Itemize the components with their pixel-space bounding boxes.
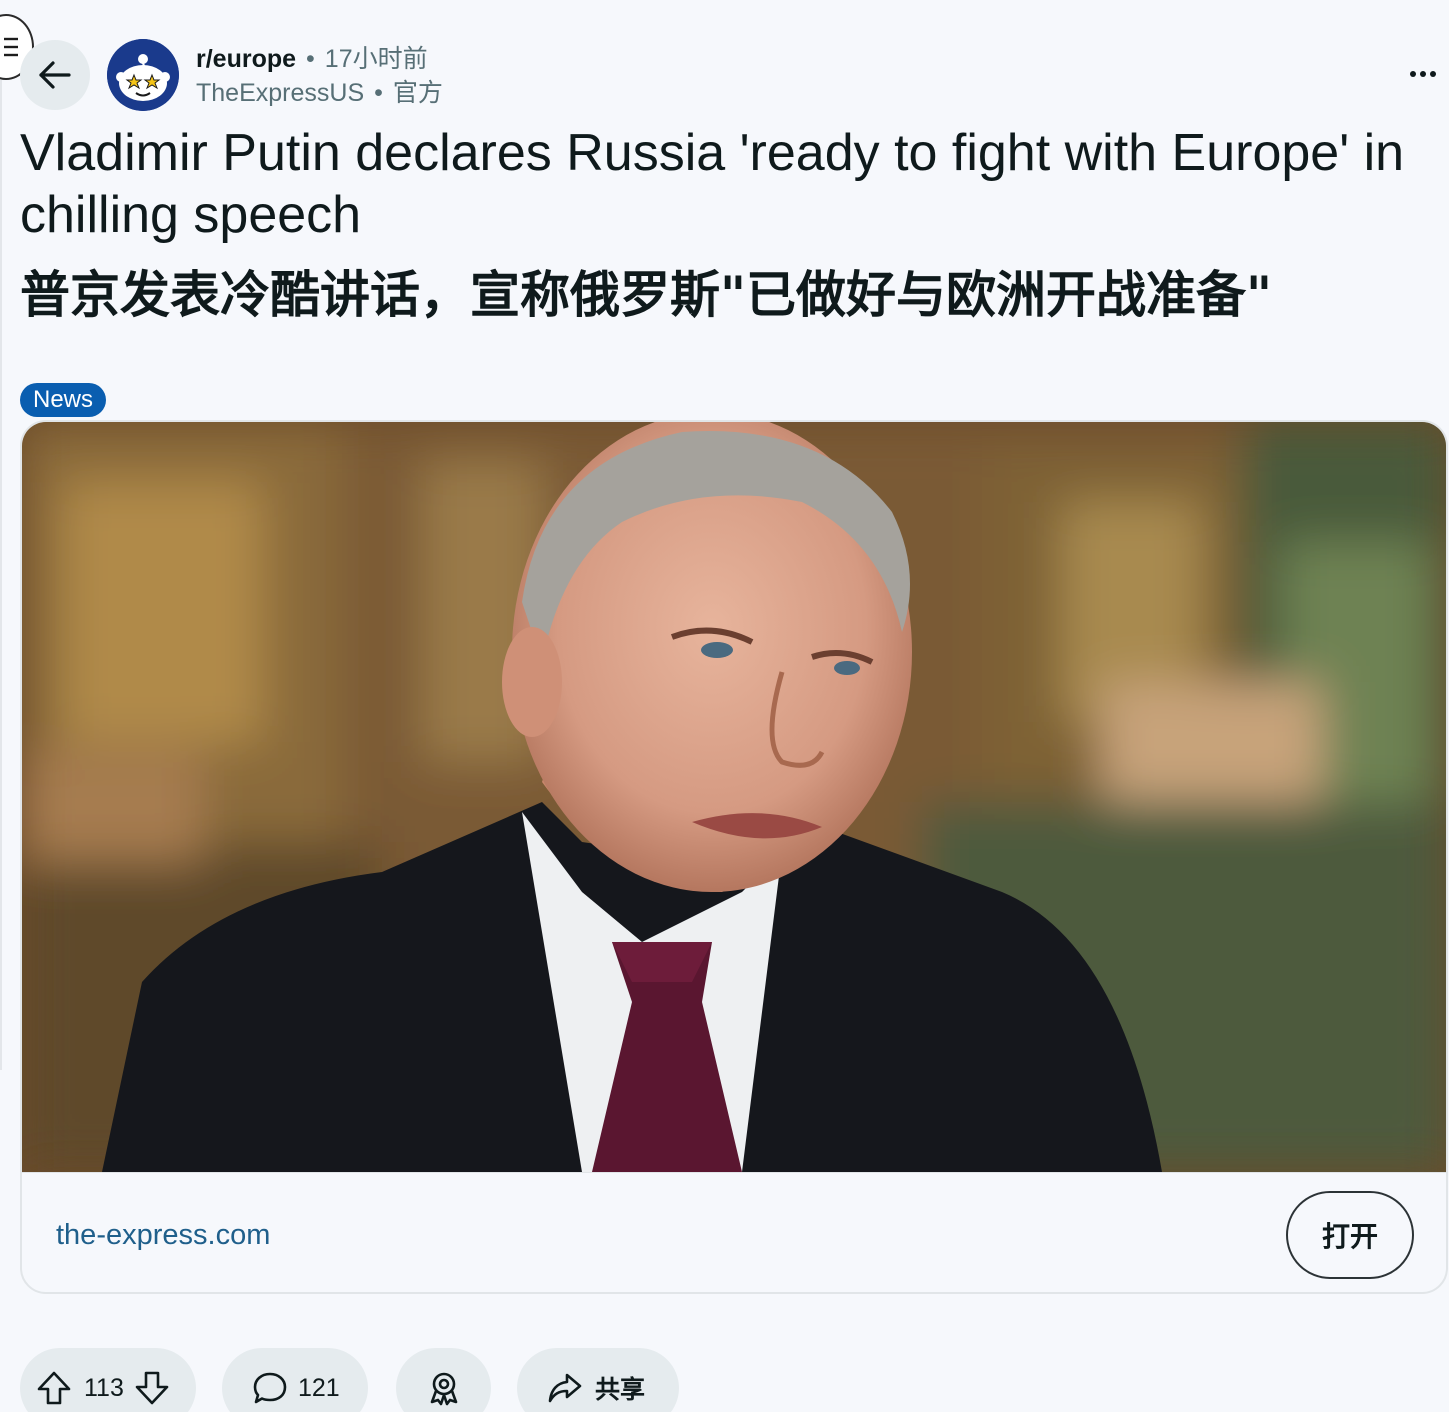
more-horizontal-icon xyxy=(1410,71,1416,77)
award-icon xyxy=(427,1370,461,1406)
subreddit-link[interactable]: r/europe xyxy=(196,42,296,76)
official-badge: 官方 xyxy=(392,79,443,107)
link-card-footer: the-express.com 打开 xyxy=(22,1172,1446,1292)
back-button[interactable] xyxy=(20,40,90,110)
more-horizontal-icon xyxy=(1430,71,1436,77)
share-label: 共享 xyxy=(595,1375,646,1404)
subreddit-avatar[interactable] xyxy=(107,39,179,111)
more-options-button[interactable] xyxy=(1403,56,1443,92)
open-link-button[interactable]: 打开 xyxy=(1286,1191,1414,1279)
link-domain[interactable]: the-express.com xyxy=(56,1217,270,1253)
arrow-left-icon xyxy=(38,60,72,90)
left-divider xyxy=(0,80,2,1070)
share-arrow-icon xyxy=(547,1371,583,1405)
link-preview-card[interactable]: the-express.com 打开 xyxy=(20,420,1448,1294)
post-page: r/europe • 17小时前 TheExpressUS • 官方 Vladi… xyxy=(0,0,1449,1412)
post-title: Vladimir Putin declares Russia 'ready to… xyxy=(20,124,1405,244)
comment-count: 121 xyxy=(298,1373,340,1402)
more-horizontal-icon xyxy=(1420,71,1426,77)
arrow-down-icon[interactable] xyxy=(134,1370,170,1406)
meta-separator: • xyxy=(374,79,383,107)
post-meta: r/europe • 17小时前 TheExpressUS • 官方 xyxy=(196,42,443,110)
comment-bubble-icon xyxy=(252,1370,288,1406)
meta-separator: • xyxy=(306,45,315,73)
link-preview-image xyxy=(22,422,1446,1172)
share-button[interactable]: 共享 xyxy=(517,1348,679,1412)
award-button[interactable] xyxy=(396,1348,491,1412)
post-title-translation: 普京发表冷酷讲话，宣称俄罗斯"已做好与欧洲开战准备" xyxy=(20,266,1273,324)
vote-control: 113 xyxy=(20,1348,196,1412)
comments-button[interactable]: 121 xyxy=(222,1348,368,1412)
vote-count: 113 xyxy=(84,1373,124,1402)
menu-icon xyxy=(4,36,18,58)
author-link[interactable]: TheExpressUS xyxy=(196,76,364,110)
post-time: 17小时前 xyxy=(324,45,428,73)
post-flair[interactable]: News xyxy=(20,383,107,417)
arrow-up-icon[interactable] xyxy=(36,1370,72,1406)
